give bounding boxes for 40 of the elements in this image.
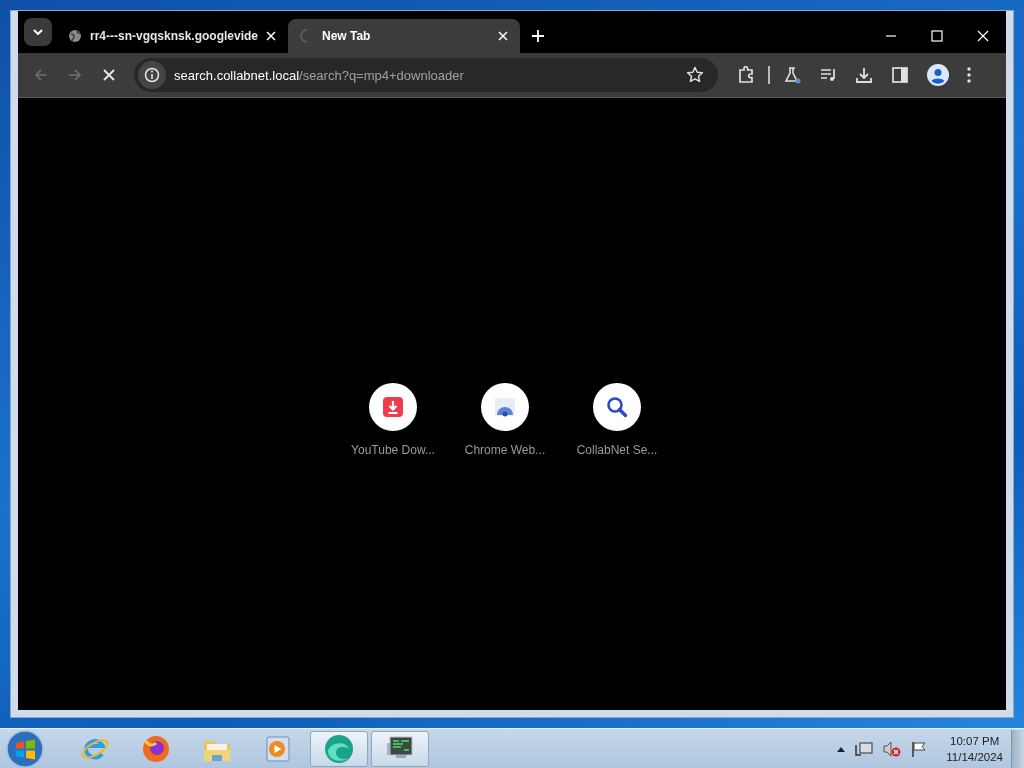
- stop-loading-icon[interactable]: [101, 67, 117, 83]
- tray-expand-icon[interactable]: [837, 745, 846, 752]
- tab-search-button[interactable]: [24, 18, 52, 46]
- shortcut-tile[interactable]: Chrome Web...: [449, 383, 561, 457]
- chevron-down-icon: [33, 29, 43, 35]
- profile-avatar-icon[interactable]: [927, 64, 949, 86]
- download-icon: [381, 395, 405, 419]
- more-menu-icon[interactable]: [967, 67, 971, 83]
- shortcut-tile[interactable]: YouTube Dow...: [337, 383, 449, 457]
- side-panel-icon[interactable]: [891, 66, 909, 84]
- clock-date: 11/14/2024: [946, 749, 1003, 765]
- loading-spinner-icon: [300, 29, 308, 43]
- puzzle-piece-icon[interactable]: [737, 66, 755, 84]
- close-icon[interactable]: [266, 31, 276, 41]
- url-text: search.collabnet.local/search?q=mp4+downloader: [174, 67, 464, 83]
- store-icon: [493, 395, 517, 419]
- start-button[interactable]: [6, 729, 44, 768]
- new-tab-icon[interactable]: [532, 30, 544, 42]
- browser-tab[interactable]: rr4---sn-vgqsknsk.googlevide: [56, 19, 288, 53]
- speaker-muted-icon[interactable]: [883, 740, 902, 757]
- close-icon[interactable]: [977, 30, 989, 42]
- address-bar[interactable]: search.collabnet.local/search?q=mp4+downloader: [134, 58, 718, 92]
- info-icon: [144, 67, 160, 83]
- swirl-globe-icon: [323, 732, 355, 765]
- site-info-button[interactable]: [138, 61, 166, 89]
- maximize-icon[interactable]: [931, 30, 943, 42]
- globe-icon: [68, 29, 82, 43]
- close-icon[interactable]: [498, 31, 508, 41]
- taskbar-button[interactable]: [371, 730, 429, 767]
- browser-tab[interactable]: New Tab: [288, 19, 520, 53]
- flask-icon[interactable]: [783, 66, 801, 84]
- flag-icon[interactable]: [911, 740, 928, 757]
- clock-time: 10:07 PM: [950, 733, 1000, 749]
- shortcut-tile[interactable]: CollabNet Se...: [561, 383, 673, 457]
- music-queue-icon[interactable]: [819, 66, 837, 84]
- clock[interactable]: 10:07 PM 11/14/2024: [946, 732, 1003, 765]
- star-icon[interactable]: [686, 66, 704, 84]
- network-icon[interactable]: [855, 740, 874, 757]
- download-icon[interactable]: [855, 66, 873, 84]
- search-icon: [605, 395, 629, 419]
